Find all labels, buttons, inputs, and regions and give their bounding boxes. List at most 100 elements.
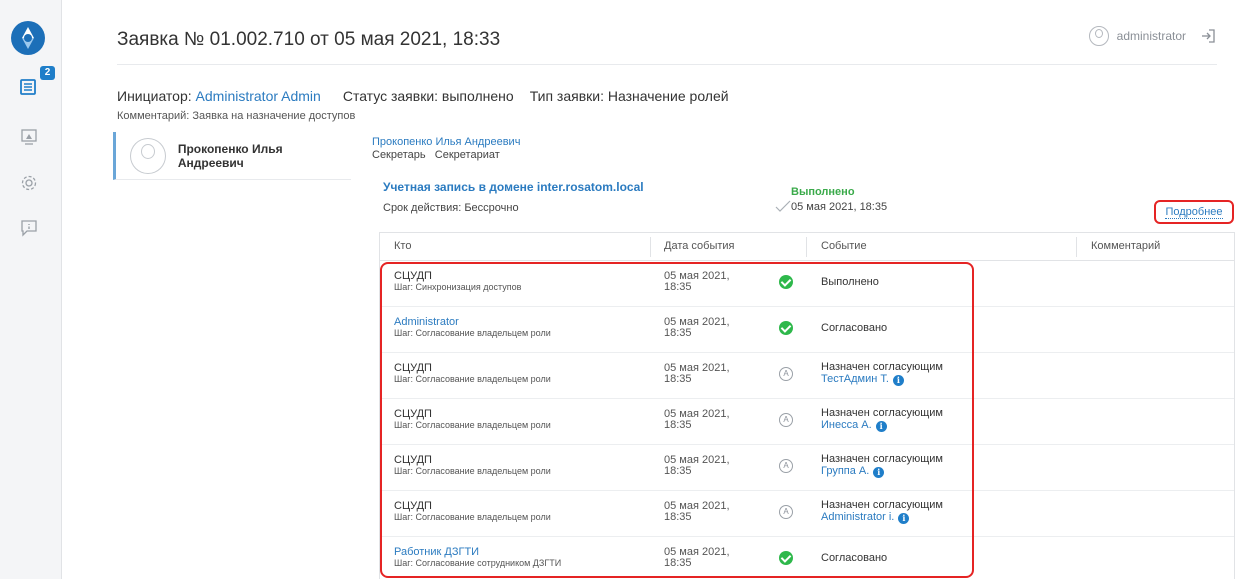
row-event-label: Назначен согласующим xyxy=(821,453,943,465)
row-step: Шаг: Согласование владельцем роли xyxy=(394,374,551,384)
person-header: Прокопенко Илья Андреевич Секретарь Секр… xyxy=(372,136,520,162)
row-event-label: Назначен согласующим xyxy=(821,361,943,373)
row-step: Шаг: Согласование владельцем роли xyxy=(394,512,551,522)
row-actor: СЦУДП xyxy=(394,408,432,420)
row-event: Согласовано xyxy=(821,322,888,334)
row-who: СЦУДП Шаг: Согласование владельцем роли xyxy=(394,409,551,431)
row-who: Работник ДЗГТИ Шаг: Согласование сотрудн… xyxy=(394,547,561,569)
left-rail: 2 xyxy=(0,0,62,579)
details-link[interactable]: Подробнее xyxy=(1154,200,1234,224)
row-date-time: 18:35 xyxy=(664,557,692,569)
row-event: Назначен согласующим ТестАдмин Т. i xyxy=(821,361,943,386)
account-term: Срок действия: Бессрочно xyxy=(383,202,519,214)
column-event: Событие xyxy=(821,240,867,252)
column-date: Дата события xyxy=(664,240,735,252)
row-who: СЦУДП Шаг: Согласование владельцем роли xyxy=(394,501,551,523)
success-check-icon xyxy=(779,275,793,289)
account-block: Учетная запись в домене inter.rosatom.lo… xyxy=(371,172,1235,224)
row-event-label: Назначен согласующим xyxy=(821,407,943,419)
assigned-approver-icon: A xyxy=(779,413,793,427)
initiator-label: Инициатор: xyxy=(117,88,192,104)
table-row: СЦУДП Шаг: Согласование владельцем роли … xyxy=(380,399,1234,445)
row-assignee-link[interactable]: ТестАдмин Т. xyxy=(821,373,889,385)
row-event: Назначен согласующим Administrator i. i xyxy=(821,499,943,524)
person-name-link[interactable]: Прокопенко Илья Андреевич xyxy=(372,136,520,149)
table-row: СЦУДП Шаг: Согласование владельцем роли … xyxy=(380,353,1234,399)
row-date-time: 18:35 xyxy=(664,419,692,431)
table-row: СЦУДП Шаг: Согласование владельцем роли … xyxy=(380,445,1234,491)
feedback-icon[interactable] xyxy=(14,213,44,243)
row-who: Administrator Шаг: Согласование владельц… xyxy=(394,317,551,339)
row-date-time: 18:35 xyxy=(664,327,692,339)
header-divider xyxy=(117,64,1217,65)
row-assignee-link[interactable]: Инесса А. xyxy=(821,419,872,431)
person-role: Секретарь Секретариат xyxy=(372,149,500,161)
row-event-icon: A xyxy=(779,413,795,429)
username: administrator xyxy=(1116,29,1186,43)
request-comment: Комментарий: Заявка на назначение доступ… xyxy=(117,110,356,122)
account-title[interactable]: Учетная запись в домене inter.rosatom.lo… xyxy=(383,180,644,194)
row-actor: СЦУДП xyxy=(394,454,432,466)
row-who: СЦУДП Шаг: Согласование владельцем роли xyxy=(394,363,551,385)
row-event-icon xyxy=(779,551,795,567)
row-event-label: Назначен согласующим xyxy=(821,499,943,511)
row-date: 05 мая 2021, 18:35 xyxy=(664,547,744,569)
row-date: 05 мая 2021, 18:35 xyxy=(664,317,744,339)
request-status: Статус заявки: выполнено xyxy=(342,88,514,104)
request-type: Тип заявки: Назначение ролей xyxy=(529,88,729,104)
main-content: Заявка № 01.002.710 от 05 мая 2021, 18:3… xyxy=(62,0,1240,579)
row-event: Выполнено xyxy=(821,276,879,288)
column-separator xyxy=(1076,237,1077,257)
checkmark-icon xyxy=(775,200,791,212)
row-assignee-link[interactable]: Administrator i. xyxy=(821,511,894,523)
details-link-label[interactable]: Подробнее xyxy=(1165,206,1223,219)
user-menu[interactable]: administrator xyxy=(1088,26,1216,46)
person-card[interactable]: Прокопенко Илья Андреевич xyxy=(113,132,351,180)
column-separator xyxy=(650,237,651,257)
row-date-time: 18:35 xyxy=(664,465,692,477)
row-actor: СЦУДП xyxy=(394,362,432,374)
row-date: 05 мая 2021, 18:35 xyxy=(664,501,744,523)
row-date: 05 мая 2021, 18:35 xyxy=(664,409,744,431)
success-check-icon xyxy=(779,551,793,565)
logout-icon[interactable] xyxy=(1200,28,1216,44)
row-step: Шаг: Согласование владельцем роли xyxy=(394,420,551,430)
account-status: Выполнено 05 мая 2021, 18:35 xyxy=(775,186,887,214)
settings-icon[interactable] xyxy=(14,168,44,198)
row-who: СЦУДП Шаг: Синхронизация доступов xyxy=(394,271,521,293)
row-step: Шаг: Согласование владельцем роли xyxy=(394,466,551,476)
assigned-approver-icon: A xyxy=(779,505,793,519)
column-comment: Комментарий xyxy=(1091,240,1161,252)
row-actor-link[interactable]: Administrator xyxy=(394,317,551,328)
row-event: Согласовано xyxy=(821,552,888,564)
account-status-date: 05 мая 2021, 18:35 xyxy=(791,201,888,213)
info-icon[interactable]: i xyxy=(873,467,885,478)
info-icon[interactable]: i xyxy=(892,375,904,386)
assigned-approver-icon: A xyxy=(779,367,793,381)
info-icon[interactable]: i xyxy=(898,513,910,524)
column-separator xyxy=(806,237,807,257)
user-avatar-icon xyxy=(1088,26,1109,46)
assigned-approver-icon: A xyxy=(779,459,793,473)
account-status-label: Выполнено xyxy=(791,186,855,198)
requests-count-badge: 2 xyxy=(40,66,55,80)
table-row: Работник ДЗГТИ Шаг: Согласование сотрудн… xyxy=(380,537,1234,579)
row-step: Шаг: Согласование сотрудником ДЗГТИ xyxy=(394,558,562,568)
row-who: СЦУДП Шаг: Согласование владельцем роли xyxy=(394,455,551,477)
row-event-icon: A xyxy=(779,505,795,521)
row-date-time: 18:35 xyxy=(664,511,692,523)
row-event: Назначен согласующим Группа А. i xyxy=(821,453,943,478)
row-actor: СЦУДП xyxy=(394,500,432,512)
table-row: Administrator Шаг: Согласование владельц… xyxy=(380,307,1234,353)
row-date: 05 мая 2021, 18:35 xyxy=(664,455,744,477)
row-assignee-link[interactable]: Группа А. xyxy=(821,465,869,477)
monitor-icon[interactable] xyxy=(14,122,44,152)
table-row: СЦУДП Шаг: Синхронизация доступов 05 мая… xyxy=(380,261,1234,307)
table-row: СЦУДП Шаг: Согласование владельцем роли … xyxy=(380,491,1234,537)
initiator-link[interactable]: Administrator Admin xyxy=(196,88,321,104)
person-card-name: Прокопенко Илья Андреевич xyxy=(177,141,283,170)
row-actor-link[interactable]: Работник ДЗГТИ xyxy=(394,547,561,558)
column-who: Кто xyxy=(394,240,412,252)
rosatom-logo[interactable] xyxy=(11,21,45,55)
info-icon[interactable]: i xyxy=(875,421,887,432)
